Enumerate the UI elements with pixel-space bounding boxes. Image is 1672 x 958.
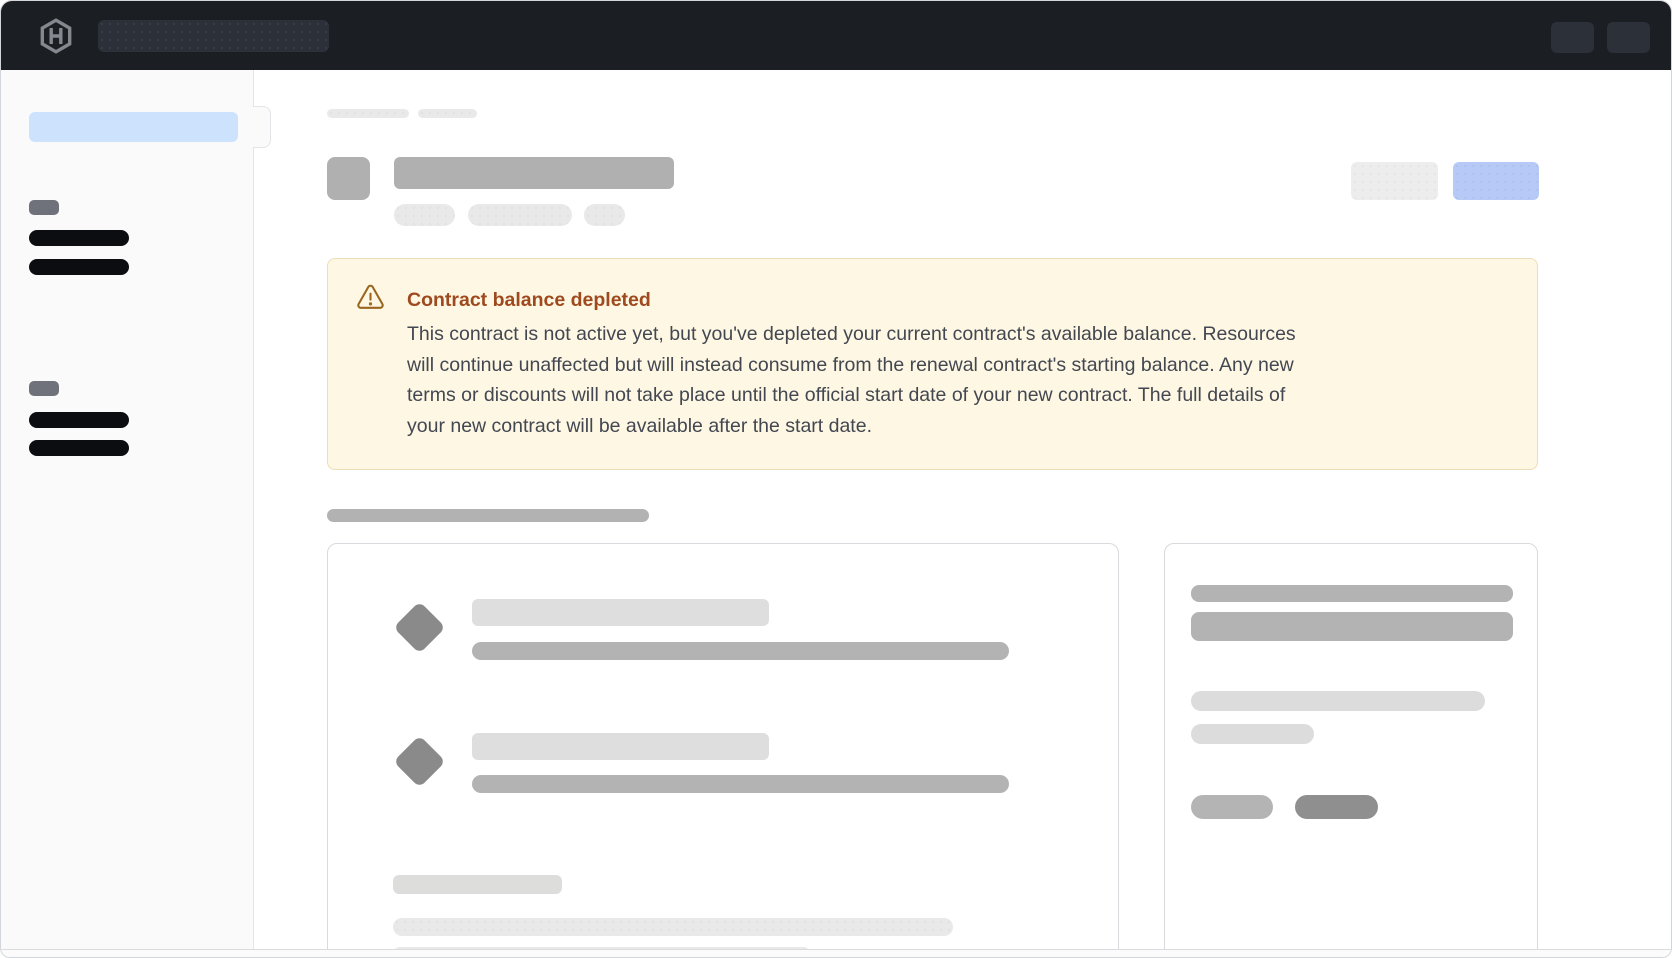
page-icon-skeleton [327, 157, 370, 200]
sidebar [1, 70, 254, 949]
secondary-action-button[interactable] [1351, 162, 1438, 200]
summary-tag-skeleton[interactable] [1191, 795, 1273, 819]
page-meta-pill-skeleton [584, 204, 625, 226]
detail-card [327, 543, 1119, 958]
summary-title-skeleton [1191, 585, 1513, 602]
sidebar-nav-item-skeleton[interactable] [29, 440, 129, 456]
list-item-subtitle-skeleton [472, 775, 1009, 793]
global-search-skeleton[interactable] [98, 20, 329, 52]
sidebar-active-item-skeleton[interactable] [29, 112, 238, 142]
summary-card [1164, 543, 1538, 958]
alert-body-line: will continue unaffected but will instea… [407, 350, 1296, 381]
page-meta-pill-skeleton [468, 204, 572, 226]
app-window: Contract balance depleted This contract … [0, 0, 1672, 958]
list-item-diamond-icon [393, 601, 445, 653]
summary-heading-skeleton [1191, 612, 1513, 641]
window-bottom-edge [1, 949, 1671, 957]
summary-line-skeleton [1191, 691, 1485, 711]
sidebar-section-label-skeleton [29, 200, 59, 215]
warning-triangle-icon [355, 282, 386, 318]
hashicorp-logo-icon[interactable] [38, 18, 74, 59]
alert-body-line: terms or discounts will not take place u… [407, 380, 1296, 411]
sidebar-nav-item-skeleton[interactable] [29, 230, 129, 246]
primary-action-button[interactable] [1453, 162, 1539, 200]
topbar-icon-button-2[interactable] [1607, 22, 1650, 53]
sidebar-nav-item-skeleton[interactable] [29, 259, 129, 275]
summary-tag-skeleton[interactable] [1295, 795, 1378, 819]
card-footnote-label-skeleton [393, 875, 562, 894]
sidebar-section-label-skeleton [29, 381, 59, 396]
page-title-skeleton [394, 157, 674, 189]
contract-balance-alert: Contract balance depleted This contract … [327, 258, 1538, 470]
list-item-subtitle-skeleton [472, 642, 1009, 660]
breadcrumb-item-skeleton[interactable] [327, 109, 409, 118]
topbar [1, 1, 1671, 70]
alert-body: This contract is not active yet, but you… [407, 319, 1296, 441]
alert-title: Contract balance depleted [407, 289, 651, 312]
sidebar-nav-item-skeleton[interactable] [29, 412, 129, 428]
alert-body-line: This contract is not active yet, but you… [407, 319, 1296, 350]
breadcrumb-item-skeleton[interactable] [418, 109, 477, 118]
list-item-title-skeleton [472, 733, 769, 760]
card-footnote-line-skeleton [393, 918, 953, 936]
alert-body-line: your new contract will be available afte… [407, 411, 1296, 442]
page-meta-pill-skeleton [394, 204, 455, 226]
topbar-icon-button-1[interactable] [1551, 22, 1594, 53]
summary-line-skeleton [1191, 724, 1314, 744]
list-item-title-skeleton [472, 599, 769, 626]
list-item-diamond-icon [393, 735, 445, 787]
sidebar-collapse-handle[interactable] [253, 106, 271, 148]
section-heading-skeleton [327, 509, 649, 522]
